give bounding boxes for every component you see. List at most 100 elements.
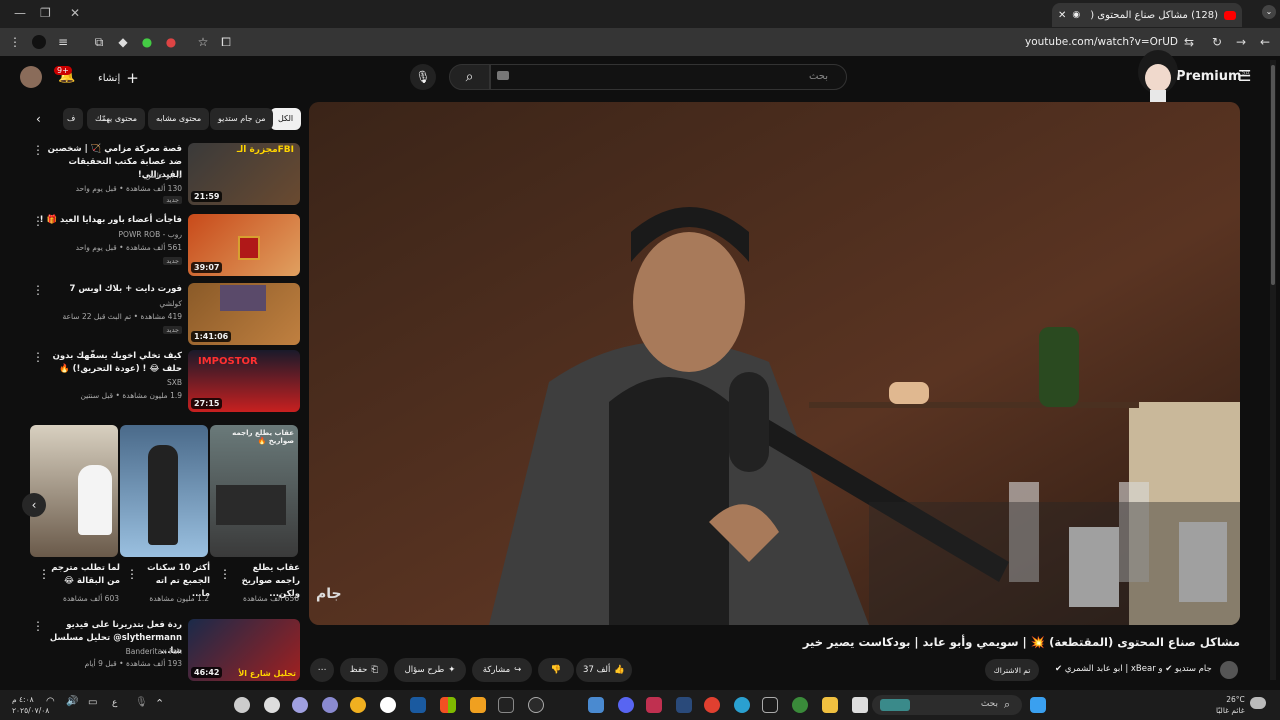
more-actions-icon[interactable]: ⋮ <box>219 567 231 581</box>
search-button[interactable]: ⌕ <box>449 64 490 90</box>
keyboard-icon[interactable] <box>497 71 509 80</box>
channel-name[interactable]: روب - POWR ROB <box>32 230 182 239</box>
hamburger-menu-icon[interactable]: ☰ <box>1238 67 1251 85</box>
profile-icon[interactable] <box>32 35 46 49</box>
create-button[interactable]: إنشاء + <box>98 69 139 87</box>
video-title[interactable]: فاجأت أعضاء باور بهدايا العيد 🎁 ! <box>32 214 182 227</box>
shorts-thumbnail[interactable] <box>30 425 118 557</box>
list-item[interactable]: IMPOSTOR 27:15 كيف تخلي اخويك يسفّهك بدو… <box>20 350 300 414</box>
video-player[interactable] <box>309 102 1240 625</box>
discord-icon[interactable] <box>618 697 634 713</box>
more-actions-icon[interactable]: ⋮ <box>32 214 44 228</box>
channel-watermark[interactable]: جام <box>316 586 342 602</box>
like-button[interactable]: 37 ألف 👍 <box>576 658 632 682</box>
close-tab-icon[interactable]: ✕ <box>1058 10 1066 21</box>
video-thumbnail[interactable]: مجزرة الـFBI 21:59 <box>188 143 300 205</box>
more-actions-icon[interactable]: ⋮ <box>126 567 138 581</box>
app-red-icon[interactable] <box>646 697 662 713</box>
save-button[interactable]: حفظ ⎗ <box>340 658 388 682</box>
mic-icon[interactable]: 🎙 <box>135 697 148 708</box>
app-purple-icon[interactable] <box>322 697 338 713</box>
list-item[interactable]: 39:07 فاجأت أعضاء باور بهدايا العيد 🎁 ! … <box>20 214 300 278</box>
back-icon[interactable]: ← <box>1258 35 1272 49</box>
bookmark-star-icon[interactable]: ☆ <box>196 35 210 49</box>
tab-search-icon[interactable]: ⌄ <box>1262 5 1276 19</box>
app-blue-icon[interactable] <box>588 697 604 713</box>
mic-icon[interactable]: 🎙 <box>410 64 436 90</box>
start-icon[interactable] <box>1030 697 1046 713</box>
forward-icon[interactable]: → <box>1234 35 1248 49</box>
more-actions-button[interactable]: ⋯ <box>310 658 334 682</box>
more-actions-icon[interactable]: ⋮ <box>32 143 44 157</box>
language-indicator[interactable]: ع <box>112 698 117 708</box>
office-icon[interactable] <box>440 697 456 713</box>
more-menu-icon[interactable]: ⋮ <box>8 35 22 49</box>
channel-name[interactable]: Banderitax Fan <box>32 647 182 656</box>
shorts-thumbnail[interactable] <box>120 425 208 557</box>
search-input[interactable]: بحث <box>490 64 847 90</box>
chip-related[interactable]: محتوى مشابه <box>148 108 210 130</box>
app-white-icon[interactable] <box>380 697 396 713</box>
list-item[interactable]: 1:41:06 فورت دايت + بلاك اوبس 7 كولشي 41… <box>20 283 300 347</box>
extensions-icon[interactable]: ⧉ <box>92 35 106 50</box>
chip-for-you[interactable]: محتوى يهمّك <box>87 108 146 130</box>
more-actions-icon[interactable]: ⋮ <box>38 567 50 581</box>
volume-icon[interactable]: 🔊 <box>66 696 78 707</box>
channel-name[interactable]: SXB <box>32 378 182 387</box>
steam-icon[interactable] <box>676 697 692 713</box>
install-app-icon[interactable]: ⧠ <box>219 35 233 50</box>
channel-avatar[interactable] <box>1220 661 1238 679</box>
extension-diamond-icon[interactable]: ◆ <box>116 35 130 49</box>
shorts-previous-button[interactable]: ‹ <box>22 493 46 517</box>
taskbar-clock[interactable]: ٤:٠٨ م ٢٠٢٥/٠٧/٠٨ <box>12 694 49 716</box>
tab-audio-icon[interactable]: ◉ <box>1072 10 1080 20</box>
more-actions-icon[interactable]: ⋮ <box>32 619 44 633</box>
more-actions-icon[interactable]: ⋮ <box>32 283 44 297</box>
reading-list-icon[interactable]: ≡ <box>56 35 70 49</box>
app-yellow-icon[interactable] <box>350 697 366 713</box>
maximize-icon[interactable]: ❐ <box>40 6 51 20</box>
list-item[interactable]: مجزرة الـFBI 21:59 قصة معركة مزامي 🏹 | ش… <box>20 143 300 207</box>
app-icon[interactable] <box>762 697 778 713</box>
browser-tab[interactable]: (128) مشاكل صناع المحتوى ( ◉ ✕ <box>1052 3 1242 27</box>
video-title[interactable]: كيف تخلي اخويك يسفّهك بدون حلف 😂 ! (عودة… <box>32 350 182 376</box>
dislike-button[interactable]: 👎 <box>538 658 574 682</box>
edge-icon[interactable] <box>734 697 750 713</box>
chevron-up-icon[interactable]: ⌃ <box>155 697 164 710</box>
avatar[interactable] <box>20 66 42 88</box>
chrome-icon[interactable] <box>792 697 808 713</box>
channel-name[interactable]: كولشي <box>32 299 182 308</box>
app-lavender-icon[interactable] <box>292 697 308 713</box>
task-view-icon[interactable] <box>852 697 868 713</box>
video-thumbnail[interactable]: 1:41:06 <box>188 283 300 345</box>
ask-button[interactable]: طرح سؤال ✦ <box>394 658 466 682</box>
chip-all[interactable]: الكل <box>270 108 302 130</box>
minimize-icon[interactable]: — <box>14 6 26 20</box>
weather-widget[interactable]: 26°C غائم غالبًا <box>1216 694 1245 716</box>
app-circle-icon[interactable] <box>528 697 544 713</box>
close-window-icon[interactable]: ✕ <box>70 6 80 20</box>
scrollbar-thumb[interactable] <box>1271 65 1275 285</box>
chevron-left-icon[interactable]: ‹ <box>36 112 41 126</box>
battery-icon[interactable]: ▭ <box>88 697 97 708</box>
video-title[interactable]: فورت دايت + بلاك اوبس 7 <box>32 283 182 296</box>
file-explorer-icon[interactable] <box>822 697 838 713</box>
video-thumbnail[interactable]: 39:07 <box>188 214 300 276</box>
settings-icon[interactable] <box>234 697 250 713</box>
chip-from-channel[interactable]: من جام ستديو <box>210 108 274 130</box>
chip-more[interactable]: ف <box>63 108 83 130</box>
list-item[interactable]: تحليل شارع الأ 46:42 ردة فعل بتدريرنا عل… <box>20 619 300 683</box>
app-gear-icon[interactable] <box>264 697 280 713</box>
app-dark-blue-icon[interactable] <box>410 697 426 713</box>
channel-name-main[interactable]: جام ستديو ✔ و xBear | ابو عابد الشمري ✔ <box>1055 664 1212 674</box>
shorts-thumbnail[interactable]: عقاب يطلع راجمه صواريخ 🔥 <box>210 425 298 557</box>
channel-name[interactable]: د. أبو عايض <box>32 171 182 180</box>
share-button[interactable]: مشاركة ↪ <box>472 658 532 682</box>
app-orange-icon[interactable] <box>470 697 486 713</box>
shorts-title[interactable]: لما تطلب مترجم من البقالة 😂 <box>45 562 120 588</box>
extension-red-icon[interactable]: ● <box>164 35 178 49</box>
epic-games-icon[interactable] <box>498 697 514 713</box>
browser-icon[interactable] <box>704 697 720 713</box>
video-thumbnail[interactable]: تحليل شارع الأ 46:42 <box>188 619 300 681</box>
extension-green-icon[interactable]: ● <box>140 35 154 49</box>
